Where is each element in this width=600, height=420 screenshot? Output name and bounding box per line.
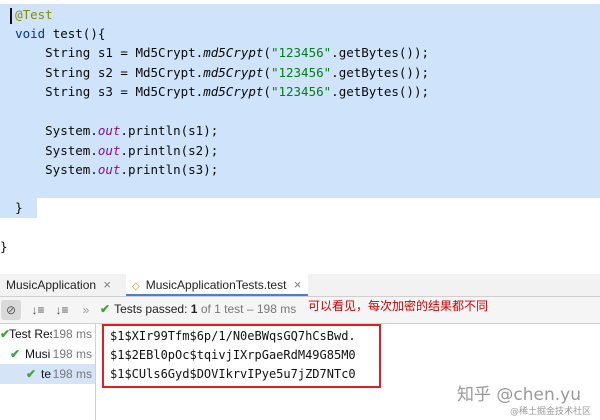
tab-label: MusicApplication	[6, 278, 97, 292]
annotation-note: 可以看见，每次加密的结果都不同	[308, 299, 489, 313]
code-line: System.out.println(s1);	[45, 123, 219, 138]
code-line: }	[0, 239, 8, 254]
stop-icon[interactable]: ⊘	[1, 300, 21, 320]
test-tree: ✔ Test Res 198 ms ✔ Musi 198 ms ✔ te 198…	[0, 324, 96, 420]
code-editor[interactable]: @Test void test(){ String s1 = Md5Crypt.…	[0, 0, 600, 262]
test-runner-toolbar: ⊘ ↓≡ ↓≡ » ✔ Tests passed: 1 of 1 test – 1…	[0, 297, 600, 324]
more-actions-icon[interactable]: »	[76, 300, 96, 320]
code-line: void test(){	[15, 26, 106, 41]
pass-check-icon: ✔	[10, 347, 21, 361]
tab-close-icon[interactable]: ×	[294, 277, 302, 292]
console-line: $1$2EBl0pOc$tqivjIXrpGaeRdM49G85M0	[110, 348, 356, 362]
console-line: $1$CUls6Gyd$DOVIkrvIPye5u7jZD7NTc0	[110, 367, 356, 381]
tests-passed-icon: ✔	[100, 302, 111, 316]
code-line: }	[15, 200, 23, 215]
test-tree-root[interactable]: ✔ Test Res 198 ms	[0, 324, 95, 344]
tab-label: MusicApplicationTests.test	[145, 278, 287, 292]
sort-by-duration-icon[interactable]: ↓≡	[52, 300, 72, 320]
code-line: String s2 = Md5Crypt.md5Crypt("123456".g…	[45, 64, 430, 80]
test-tree-method[interactable]: ✔ te 198 ms	[0, 364, 95, 384]
annotation-token: @Test	[15, 7, 53, 22]
console-line: $1$XIr99Tfm$6p/1/N0eBWqsGQ7hCsBwd.	[110, 329, 356, 343]
sort-alphabetically-icon[interactable]: ↓≡	[28, 300, 48, 320]
run-tabs-bar: MusicApplication × ◇ MusicApplicationTest…	[0, 274, 600, 297]
test-tree-class[interactable]: ✔ Musi 198 ms	[0, 344, 95, 364]
tab-close-icon[interactable]: ×	[103, 277, 111, 292]
run-config-icon: ◇	[132, 281, 140, 292]
code-line: @Test	[0, 5, 53, 25]
code-line: String s1 = Md5Crypt.md5Crypt("123456".g…	[45, 45, 430, 60]
console-output[interactable]: $1$XIr99Tfm$6p/1/N0eBWqsGQ7hCsBwd. $1$2E…	[97, 324, 600, 420]
watermark-source: @稀土掘金技术社区	[510, 407, 592, 417]
keyword-token: void	[15, 26, 46, 41]
code-line: String s3 = Md5Crypt.md5Crypt("123456".g…	[45, 84, 430, 99]
tab-music-application[interactable]: MusicApplication ×	[6, 274, 118, 296]
highlight-box: $1$XIr99Tfm$6p/1/N0eBWqsGQ7hCsBwd. $1$2E…	[102, 324, 381, 388]
code-line: System.out.println(s2);	[45, 142, 219, 158]
test-status: ✔ Tests passed: 1 of 1 test – 198 ms	[100, 302, 297, 316]
watermark-handle: 知乎 @chen.yu	[457, 385, 581, 405]
pass-check-icon: ✔	[26, 367, 37, 381]
code-line: System.out.println(s3);	[45, 162, 219, 177]
tab-music-application-tests[interactable]: ◇ MusicApplicationTests.test ×	[126, 274, 308, 296]
